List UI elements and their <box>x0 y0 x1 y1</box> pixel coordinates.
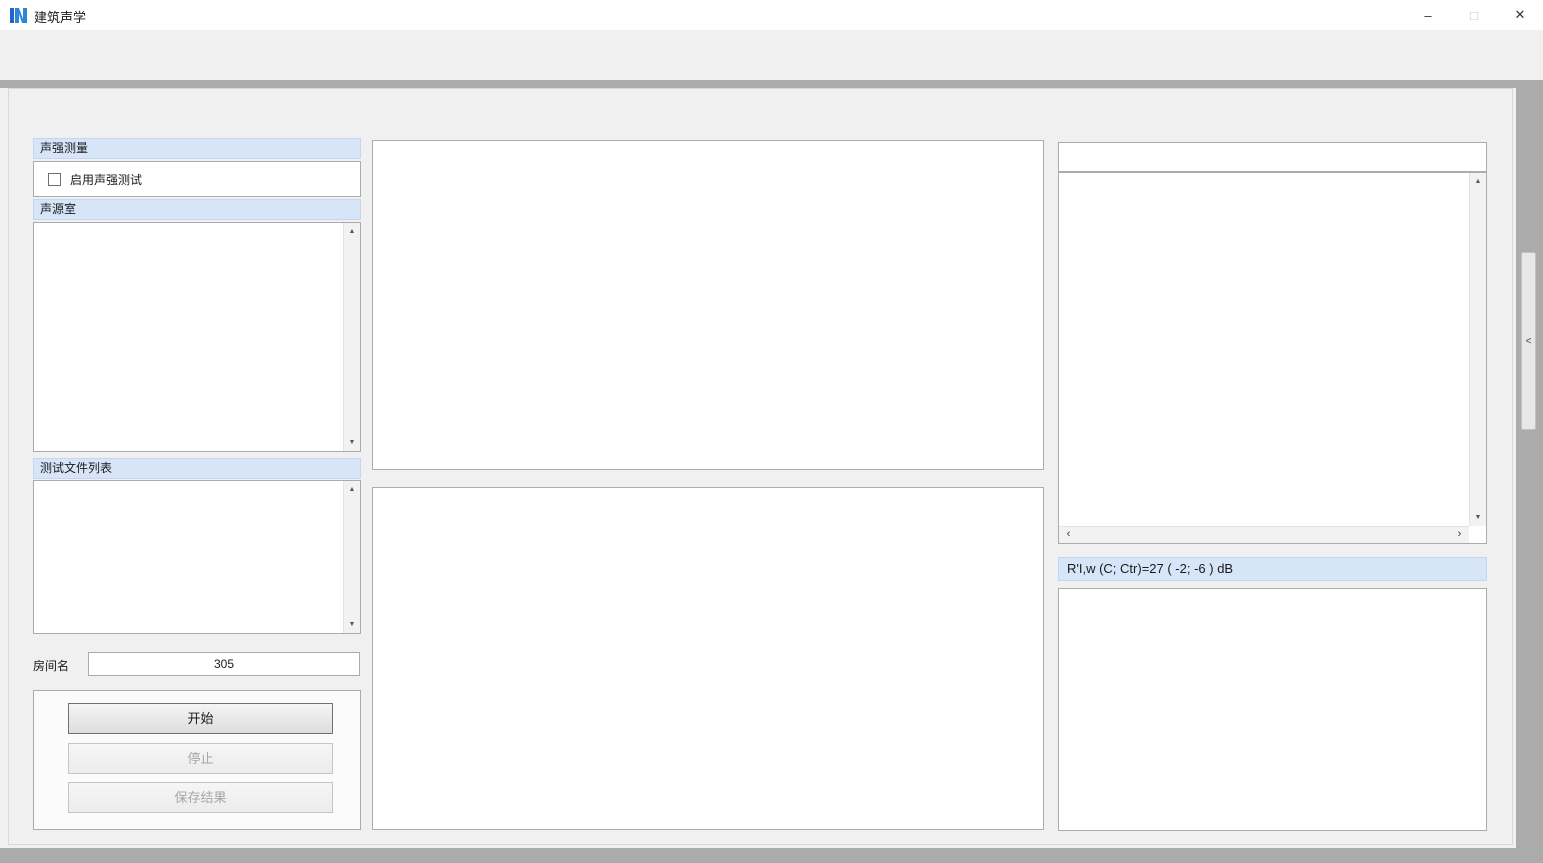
test-file-list: ▲ ▼ <box>33 480 361 634</box>
source-room-chart-panel <box>372 487 1044 830</box>
window-title: 建筑声学 <box>34 7 86 26</box>
rating-result-bar: R'I,w (C; Ctr)=27 ( -2; -6 ) dB <box>1058 557 1487 581</box>
enable-intensity-label: 启用声强测试 <box>70 171 142 188</box>
menu-bar <box>0 30 1543 53</box>
start-button[interactable]: 开始 <box>68 703 333 734</box>
scroll-down-icon[interactable]: ▼ <box>1470 510 1486 525</box>
channel-list-scrollbar[interactable]: ▲ ▼ <box>343 223 360 451</box>
ri-chart-panel <box>1058 588 1487 831</box>
enable-intensity-box: 启用声强测试 <box>33 161 361 197</box>
table-hscrollbar[interactable]: ‹ › <box>1059 526 1469 543</box>
scroll-right-icon[interactable]: › <box>1452 527 1467 543</box>
table-vscrollbar[interactable]: ▲ ▼ <box>1469 173 1486 526</box>
intensity-chart-panel <box>372 140 1044 470</box>
window-controls: – □ ✕ <box>1405 0 1543 30</box>
close-button[interactable]: ✕ <box>1497 0 1543 30</box>
save-results-button[interactable]: 保存结果 <box>68 782 333 813</box>
bottom-band <box>0 848 1543 863</box>
room-name-label: 房间名 <box>33 657 69 674</box>
intensity-group-header: 声强测量 <box>33 138 361 159</box>
collapse-left-icon: < <box>1526 336 1532 347</box>
right-splitter-band <box>1516 88 1543 848</box>
collapse-panel-handle[interactable]: < <box>1521 252 1536 430</box>
file-list-header: 测试文件列表 <box>33 458 361 479</box>
scroll-up-icon[interactable]: ▲ <box>1470 174 1486 189</box>
scroll-up-icon[interactable]: ▲ <box>344 482 360 497</box>
tab-underline-band <box>0 80 1543 88</box>
channel-list: ▲ ▼ <box>33 222 361 452</box>
scroll-down-icon[interactable]: ▼ <box>344 435 360 450</box>
room-name-input[interactable]: 305 <box>88 652 360 676</box>
source-room-header: 声源室 <box>33 199 361 220</box>
scroll-left-icon[interactable]: ‹ <box>1061 527 1076 543</box>
maximize-button[interactable]: □ <box>1451 0 1497 30</box>
main-tab-strip <box>0 52 1543 80</box>
minimize-button[interactable]: – <box>1405 0 1451 30</box>
title-bar: 建筑声学 – □ ✕ <box>0 0 1543 30</box>
intensity-bar-chart <box>373 141 1043 469</box>
scroll-up-icon[interactable]: ▲ <box>344 224 360 239</box>
app-icon <box>10 7 27 24</box>
enable-intensity-checkbox[interactable] <box>48 173 61 186</box>
result-view-radio-bar <box>1058 142 1487 172</box>
ri-line-chart <box>1059 589 1486 830</box>
results-table: ▲ ▼ ‹ › <box>1058 172 1487 544</box>
source-room-bar-chart <box>373 488 1043 829</box>
stop-button[interactable]: 停止 <box>68 743 333 774</box>
scroll-down-icon[interactable]: ▼ <box>344 617 360 632</box>
file-list-scrollbar[interactable]: ▲ ▼ <box>343 481 360 633</box>
